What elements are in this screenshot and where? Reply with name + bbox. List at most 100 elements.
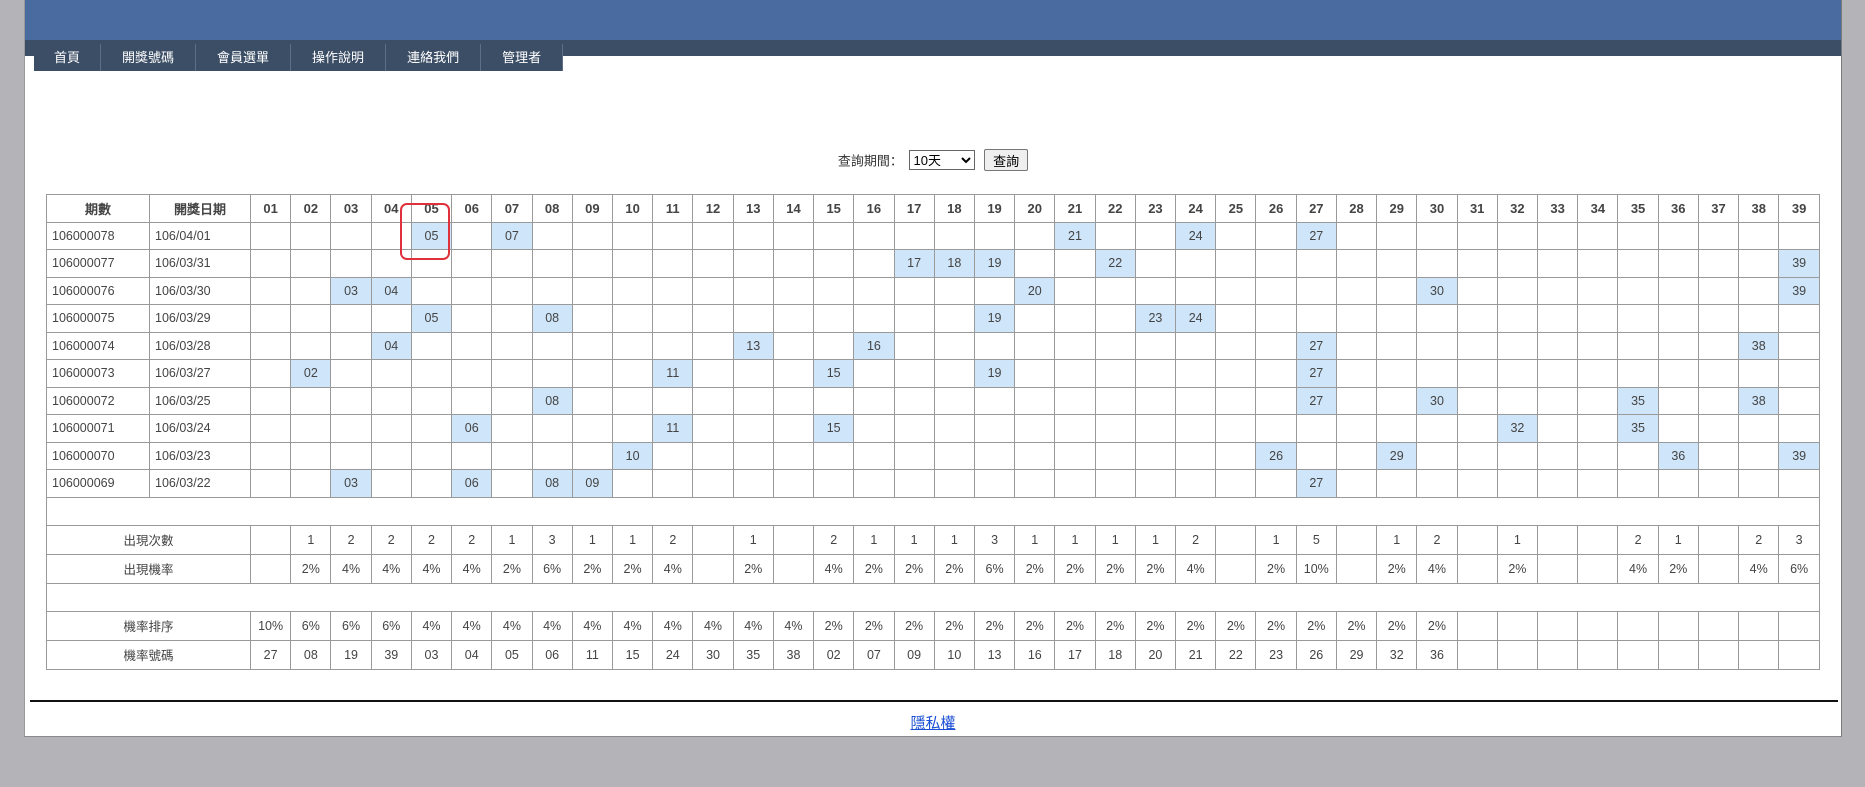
nav-item[interactable]: 連絡我們	[386, 44, 482, 71]
occurrence-count-cell: 3	[1778, 524, 1820, 555]
empty-cell	[813, 469, 855, 498]
empty-cell	[853, 276, 895, 305]
privacy-link[interactable]: 隱私權	[910, 715, 955, 732]
empty-cell	[732, 249, 774, 278]
drawn-number-cell: 30	[1416, 386, 1458, 415]
empty-cell	[1536, 414, 1579, 443]
rate-rank-cell: 4%	[732, 610, 774, 641]
empty-cell	[652, 304, 694, 333]
empty-cell	[692, 249, 734, 278]
empty-cell	[1054, 441, 1096, 470]
occurrence-count-cell: 2	[813, 524, 855, 555]
nav-item[interactable]: 開獎號碼	[101, 44, 197, 71]
rate-rank-cell: 4%	[611, 610, 654, 641]
occurrence-rate-cell: 4%	[330, 553, 372, 584]
empty-cell	[893, 414, 935, 443]
empty-cell	[370, 304, 412, 333]
nav-item[interactable]: 操作說明	[291, 44, 387, 71]
drawn-number-cell: 19	[973, 359, 1016, 388]
empty-cell	[491, 359, 533, 388]
empty-cell	[491, 414, 533, 443]
query-button[interactable]: 查詢	[984, 149, 1029, 171]
rate-rank-cell	[1657, 610, 1699, 641]
empty-cell	[813, 441, 855, 470]
rate-rank-number-cell: 11	[571, 639, 613, 670]
empty-cell	[1496, 249, 1539, 278]
query-period-select[interactable]: 10天	[908, 150, 975, 170]
empty-cell	[370, 469, 412, 498]
rate-rank-row: 機率排序 10% 6% 6% 6% 4% 4% 4% 4% 4% 4% 4% 4% 4% 4% 2% 2% 2% 2…	[46, 610, 1820, 641]
footer: 隱私權	[25, 712, 1841, 733]
empty-cell	[853, 441, 895, 470]
occurrence-rate-cell: 4%	[1416, 553, 1458, 584]
empty-cell	[1376, 386, 1418, 415]
empty-cell	[933, 221, 975, 250]
header-number: 23	[1134, 194, 1177, 223]
drawn-number-cell: 27	[1295, 221, 1337, 250]
nav-item[interactable]: 會員選單	[196, 44, 292, 71]
rate-rank-number-cell: 03	[410, 639, 453, 670]
occurrence-count-cell: 2	[1617, 524, 1659, 555]
drawn-number-cell: 13	[732, 331, 774, 360]
empty-cell	[571, 386, 613, 415]
drawn-number-cell: 21	[1054, 221, 1096, 250]
drawn-number-cell: 39	[1778, 441, 1820, 470]
empty-cell	[1577, 469, 1619, 498]
empty-cell	[1416, 414, 1458, 443]
drawn-number-cell: 22	[1094, 249, 1136, 278]
drawn-number-cell: 23	[1134, 304, 1177, 333]
empty-cell	[370, 414, 412, 443]
header-number: 13	[732, 194, 774, 223]
occurrence-count-cell	[1335, 524, 1378, 555]
nav-item[interactable]: 首頁	[34, 44, 102, 71]
empty-cell	[571, 221, 613, 250]
occurrence-count-cell: 3	[531, 524, 573, 555]
header-number: 35	[1617, 194, 1659, 223]
empty-cell	[571, 359, 613, 388]
empty-cell	[1134, 331, 1177, 360]
header-number: 07	[491, 194, 533, 223]
empty-cell	[249, 276, 292, 305]
rate-rank-label: 機率排序	[46, 610, 251, 641]
empty-cell	[1416, 249, 1458, 278]
empty-cell	[1778, 304, 1820, 333]
empty-cell	[290, 276, 332, 305]
empty-cell	[1215, 414, 1257, 443]
empty-cell	[1456, 386, 1498, 415]
empty-cell	[1094, 331, 1136, 360]
empty-cell	[531, 359, 573, 388]
empty-cell	[1456, 276, 1498, 305]
rate-rank-number-cell	[1577, 639, 1619, 670]
empty-cell	[1014, 414, 1056, 443]
empty-cell	[1778, 359, 1820, 388]
empty-cell	[491, 331, 533, 360]
occurrence-count-row: 出現次數 1 2 2 2 2 1 3 1 1 2 1 2 1 1 1 3 1 1 1 1 2 1 5 1 2 1 2 1 2 3	[46, 524, 1820, 555]
drawn-number-cell: 24	[1175, 221, 1217, 250]
header-number: 28	[1335, 194, 1378, 223]
draw-row: 106000069 106/03/22 03 06 08 09 27	[46, 469, 1820, 498]
occurrence-count-cell: 2	[330, 524, 372, 555]
empty-cell	[491, 304, 533, 333]
empty-cell	[1536, 441, 1579, 470]
rate-rank-number-cell: 05	[491, 639, 533, 670]
empty-cell	[1175, 414, 1217, 443]
occurrence-count-label: 出現次數	[46, 524, 251, 555]
rate-rank-cell: 2%	[813, 610, 855, 641]
empty-cell	[370, 441, 412, 470]
empty-cell	[1536, 221, 1579, 250]
empty-cell	[1496, 331, 1539, 360]
empty-cell	[1295, 441, 1337, 470]
draw-period: 106000070	[46, 441, 150, 470]
empty-cell	[330, 386, 372, 415]
nav-item[interactable]: 管理者	[481, 44, 564, 71]
empty-cell	[491, 276, 533, 305]
rate-rank-cell: 4%	[410, 610, 453, 641]
empty-cell	[1215, 359, 1257, 388]
empty-cell	[611, 359, 654, 388]
empty-cell	[1577, 249, 1619, 278]
empty-cell	[1175, 469, 1217, 498]
rate-rank-number-cell: 20	[1134, 639, 1177, 670]
rate-rank-cell: 6%	[290, 610, 332, 641]
empty-cell	[1496, 469, 1539, 498]
empty-cell	[290, 331, 332, 360]
